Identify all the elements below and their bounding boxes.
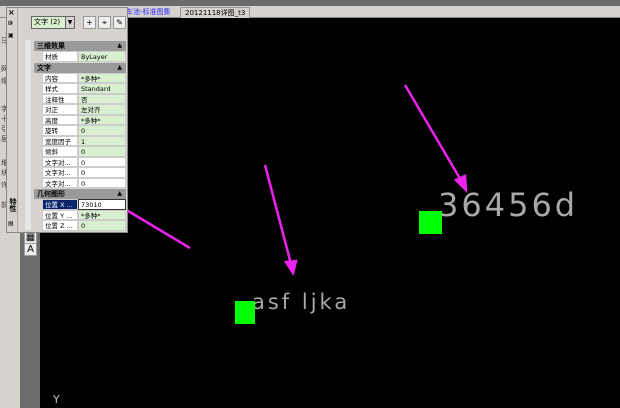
section-header[interactable]: 三维效果 ▲ (34, 41, 126, 51)
property-value[interactable]: 否 (78, 93, 126, 104)
property-value[interactable]: *多种* (78, 72, 126, 83)
property-value[interactable]: Standard (78, 83, 126, 94)
collapse-icon[interactable]: ▲ (117, 63, 122, 73)
arrow-3 (117, 203, 191, 250)
property-name: 倾斜 (42, 146, 78, 157)
property-value[interactable]: 0 (78, 220, 126, 231)
property-value[interactable]: 0 (78, 156, 126, 167)
property-value[interactable]: 0 (78, 177, 126, 188)
property-row[interactable]: 倾斜 0 (34, 146, 126, 157)
property-value[interactable]: 0 (78, 125, 126, 136)
properties-menu-icon[interactable]: ▣ (8, 32, 14, 39)
property-name: 位置 X ... (42, 199, 78, 210)
property-value[interactable]: 73010 (78, 199, 126, 210)
property-name: 文字对... (42, 177, 78, 188)
property-name: 样式 (42, 83, 78, 94)
property-row[interactable]: 位置 Y ... *多种* (34, 209, 126, 220)
collapse-icon[interactable]: ▲ (117, 41, 122, 51)
selection-value: 文字 (2) (34, 18, 61, 26)
property-value[interactable]: ByLayer (78, 51, 126, 62)
autohide-icon[interactable]: ⊪ (8, 20, 13, 27)
property-name: 注释性 (42, 93, 78, 104)
property-name: 内容 (42, 72, 78, 83)
property-name: 旋转 (42, 125, 78, 136)
property-row[interactable]: 位置 Z ... 0 (34, 220, 126, 231)
property-row[interactable]: 高度 *多种* (34, 114, 126, 125)
property-row[interactable]: 样式 Standard (34, 83, 126, 94)
property-value[interactable]: 0 (78, 167, 126, 178)
properties-palette: × ⊪ ▣ 特性 ▤ 文字 (2) ▼ + ⌖ ✎ 三维效果 ▲ 材质 ByLayer 文… (6, 7, 128, 233)
section-title: 三维效果 (37, 42, 65, 50)
palette-icon: ▤ (8, 220, 14, 227)
property-row[interactable]: 内容 *多种* (34, 72, 126, 83)
scrollbar[interactable] (25, 40, 31, 230)
property-row[interactable]: 注释性否 (34, 93, 126, 104)
arrow-2 (263, 164, 293, 265)
property-name: 文字对... (42, 167, 78, 178)
toggle-pickadd-button[interactable]: + (83, 16, 96, 29)
property-row[interactable]: 文字对... 0 (34, 177, 126, 188)
property-value[interactable]: *多种* (78, 114, 126, 125)
property-grid: 三维效果 ▲ 材质 ByLayer 文字 ▲ 内容 *多种* 样式 Standard 注释性否对正左… (34, 40, 126, 231)
property-name: 高度 (42, 114, 78, 125)
close-icon[interactable]: × (8, 8, 15, 17)
quick-select-button[interactable]: ✎ (113, 16, 126, 29)
property-value[interactable]: 0 (78, 146, 126, 157)
property-value[interactable]: *多种* (78, 209, 126, 220)
palette-title-bar[interactable]: × ⊪ ▣ 特性 ▤ (7, 8, 18, 232)
property-row[interactable]: 旋转 0 (34, 125, 126, 136)
property-name: 位置 Y ... (42, 209, 78, 220)
property-row[interactable]: 宽度因子 1 (34, 135, 126, 146)
arrow-2-head (283, 259, 298, 277)
selection-dropdown[interactable]: 文字 (2) ▼ (31, 16, 75, 29)
property-name: 文字对... (42, 156, 78, 167)
property-value[interactable]: 左对齐 (78, 104, 126, 115)
property-row[interactable]: 文字对... 0 (34, 167, 126, 178)
section-title: 几何图形 (37, 190, 65, 198)
arrow-1-head (453, 174, 468, 194)
property-name: 宽度因子 (42, 135, 78, 146)
collapse-icon[interactable]: ▲ (117, 189, 122, 199)
property-row[interactable]: 文字对... 0 (34, 156, 126, 167)
property-row[interactable]: 位置 X ... 73010 (34, 199, 126, 210)
property-name: 位置 Z ... (42, 220, 78, 231)
section-header[interactable]: 文字 ▲ (34, 62, 126, 73)
chevron-down-icon: ▼ (65, 17, 74, 28)
section-title: 文字 (37, 63, 51, 72)
property-row[interactable]: 材质 ByLayer (34, 51, 126, 62)
property-name: 对正 (42, 104, 78, 115)
section-header[interactable]: 几何图形 ▲ (34, 189, 126, 199)
select-objects-button[interactable]: ⌖ (98, 16, 111, 29)
arrow-1 (403, 84, 464, 183)
palette-title: 特性 (9, 198, 17, 212)
property-name: 材质 (42, 51, 78, 62)
property-value[interactable]: 1 (78, 135, 126, 146)
property-row[interactable]: 对正 左对齐 (34, 104, 126, 115)
